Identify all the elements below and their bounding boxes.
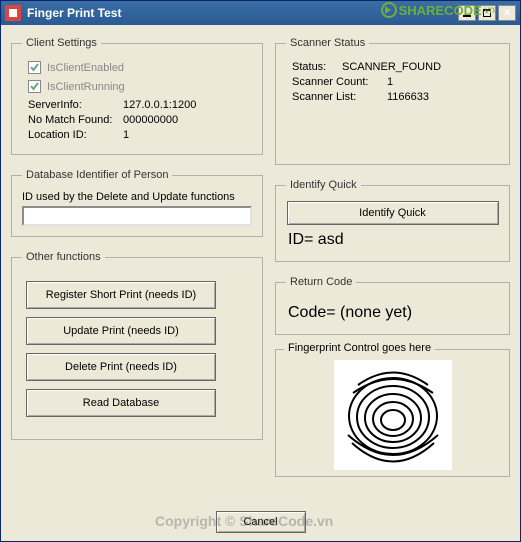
locationid-value: 1 <box>123 129 129 141</box>
scanner-status-legend: Scanner Status <box>286 37 369 49</box>
serverinfo-label: ServerInfo: <box>28 99 123 111</box>
fingerprint-legend: Fingerprint Control goes here <box>284 342 435 354</box>
serverinfo-value: 127.0.0.1:1200 <box>123 99 196 111</box>
is-client-running-checkbox[interactable]: IsClientRunning <box>28 80 252 93</box>
delete-button[interactable]: Delete Print (needs ID) <box>26 353 216 381</box>
scanner-list-label: Scanner List: <box>292 91 387 103</box>
scanner-count-value: 1 <box>387 76 393 88</box>
nomatch-value: 000000000 <box>123 114 178 126</box>
is-client-enabled-checkbox[interactable]: IsClientEnabled <box>28 61 252 74</box>
register-button[interactable]: Register Short Print (needs ID) <box>26 281 216 309</box>
return-code-value: Code= (none yet) <box>288 304 497 322</box>
checkbox-icon <box>28 61 41 74</box>
status-label: Status: <box>292 61 342 73</box>
client-settings-group: Client Settings IsClientEnabled IsClient… <box>11 37 263 155</box>
identify-result: ID= asd <box>288 231 497 249</box>
update-button[interactable]: Update Print (needs ID) <box>26 317 216 345</box>
client-area: Client Settings IsClientEnabled IsClient… <box>1 25 520 541</box>
client-settings-legend: Client Settings <box>22 37 101 49</box>
scanner-status-group: Scanner Status Status:SCANNER_FOUND Scan… <box>275 37 510 165</box>
db-identifier-legend: Database Identifier of Person <box>22 169 172 181</box>
db-id-hint: ID used by the Delete and Update functio… <box>22 191 252 203</box>
close-button[interactable]: × <box>498 5 516 21</box>
sharecode-watermark-logo: SHARECODE.vn <box>381 2 495 18</box>
checkbox-icon <box>28 80 41 93</box>
titlebar[interactable]: Finger Print Test SHARECODE.vn × <box>1 1 520 25</box>
fingerprint-image <box>334 360 452 470</box>
read-db-button[interactable]: Read Database <box>26 389 216 417</box>
return-code-group: Return Code Code= (none yet) <box>275 276 510 335</box>
db-id-input[interactable] <box>22 206 252 226</box>
cancel-button[interactable]: Cancel <box>216 511 306 533</box>
db-identifier-group: Database Identifier of Person ID used by… <box>11 169 263 237</box>
locationid-label: Location ID: <box>28 129 123 141</box>
app-icon <box>5 5 21 21</box>
status-value: SCANNER_FOUND <box>342 61 441 73</box>
fingerprint-control-group: Fingerprint Control goes here <box>275 349 510 477</box>
nomatch-label: No Match Found: <box>28 114 123 126</box>
scanner-count-label: Scanner Count: <box>292 76 387 88</box>
scanner-list-value: 1166633 <box>387 91 429 103</box>
other-functions-group: Other functions Register Short Print (ne… <box>11 251 263 440</box>
fingerprint-icon <box>338 365 448 465</box>
identify-quick-button[interactable]: Identify Quick <box>287 201 499 225</box>
return-code-legend: Return Code <box>286 276 356 288</box>
app-window: Finger Print Test SHARECODE.vn × Client … <box>0 0 521 542</box>
identify-quick-legend: Identify Quick <box>286 179 361 191</box>
other-functions-legend: Other functions <box>22 251 105 263</box>
identify-quick-group: Identify Quick Identify Quick ID= asd <box>275 179 510 262</box>
